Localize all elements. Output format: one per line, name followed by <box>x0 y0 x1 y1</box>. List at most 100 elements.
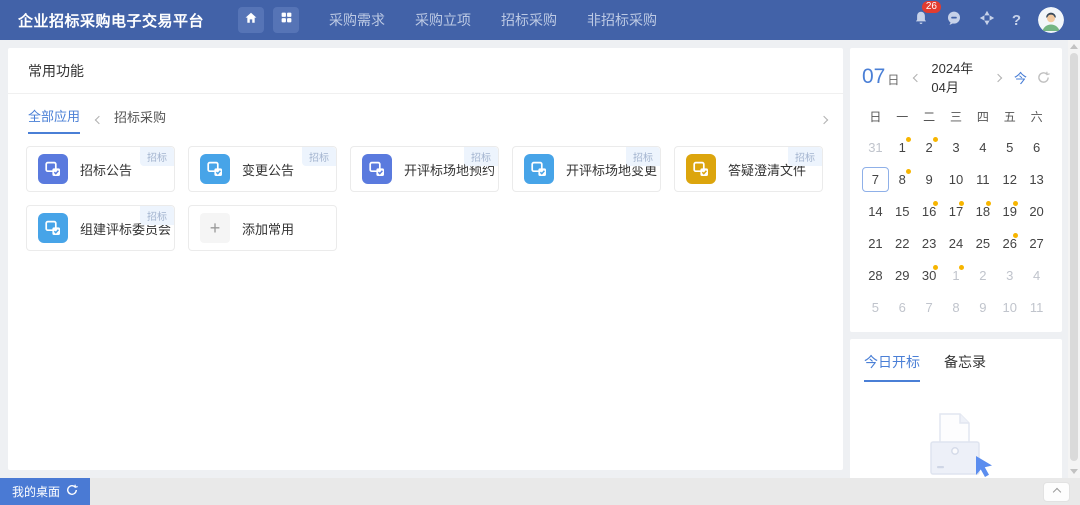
my-desktop-tab[interactable]: 我的桌面 <box>0 478 90 505</box>
calendar-day[interactable]: 5 <box>996 135 1023 160</box>
calendar-month-label[interactable]: 2024年04月 <box>931 58 984 96</box>
calendar-day[interactable]: 12 <box>996 167 1023 192</box>
function-card-0[interactable]: 招标公告招标 <box>26 146 175 192</box>
calendar-date-grid: 3112345678910111213141516171819202122232… <box>862 135 1050 320</box>
bell-icon <box>913 10 929 31</box>
calendar-day[interactable]: 10 <box>943 167 970 192</box>
help-button[interactable]: ? <box>1012 12 1021 29</box>
calendar-day[interactable]: 8 <box>943 295 970 320</box>
app-window: 企业招标采购电子交易平台 采购需求采购立项招标采购非招标采购 <box>0 0 1080 505</box>
calendar-day[interactable]: 14 <box>862 199 889 224</box>
scrollbar-up-arrow-icon[interactable] <box>1070 44 1078 49</box>
calendar-today-button[interactable]: 今 <box>1014 68 1027 87</box>
add-common-function-card[interactable]: +添加常用 <box>188 205 337 251</box>
chevron-up-icon <box>1052 487 1060 495</box>
calendar-day[interactable]: 18 <box>969 199 996 224</box>
calendar-day[interactable]: 9 <box>916 167 943 192</box>
calendar-day[interactable]: 25 <box>969 231 996 256</box>
four-arrows-icon <box>979 10 995 31</box>
calendar-day[interactable]: 15 <box>889 199 916 224</box>
calendar-day[interactable]: 21 <box>862 231 889 256</box>
menu-item-0[interactable]: 采购需求 <box>329 10 385 30</box>
apps-grid-button[interactable] <box>273 7 299 33</box>
notifications-button[interactable]: 26 <box>913 10 929 31</box>
calendar-day[interactable]: 19 <box>996 199 1023 224</box>
category-back-chevron-icon[interactable] <box>95 116 103 124</box>
calendar-day[interactable]: 3 <box>996 263 1023 288</box>
menu-item-2[interactable]: 招标采购 <box>501 10 557 30</box>
calendar-day[interactable]: 29 <box>889 263 916 288</box>
calendar-day[interactable]: 5 <box>862 295 889 320</box>
card-category-tag: 招标 <box>140 206 174 225</box>
calendar-day[interactable]: 20 <box>1023 199 1050 224</box>
panel-title: 常用功能 <box>8 48 843 94</box>
category-forward-chevron-icon[interactable] <box>820 116 828 124</box>
function-card-3[interactable]: 开评标场地变更招标 <box>512 146 661 192</box>
cockpit-switch-button[interactable] <box>979 10 995 31</box>
calendar-day[interactable]: 4 <box>1023 263 1050 288</box>
calendar-day[interactable]: 6 <box>1023 135 1050 160</box>
weekday-label: 五 <box>996 108 1023 125</box>
calendar-day[interactable]: 2 <box>969 263 996 288</box>
function-card-icon <box>38 213 68 243</box>
vertical-scrollbar[interactable] <box>1068 40 1080 478</box>
calendar-day[interactable]: 22 <box>889 231 916 256</box>
weekday-label: 日 <box>862 108 889 125</box>
menu-item-1[interactable]: 采购立项 <box>415 10 471 30</box>
home-button[interactable] <box>238 7 264 33</box>
weekday-label: 一 <box>889 108 916 125</box>
calendar-day[interactable]: 30 <box>916 263 943 288</box>
calendar-day[interactable]: 1 <box>889 135 916 160</box>
collapse-taskbar-button[interactable] <box>1043 482 1070 502</box>
scrollbar-down-arrow-icon[interactable] <box>1070 469 1078 474</box>
user-avatar[interactable] <box>1038 7 1064 33</box>
calendar-next-month-button[interactable] <box>992 65 1004 89</box>
function-card-2[interactable]: 开评标场地预约招标 <box>350 146 499 192</box>
calendar-day[interactable]: 11 <box>1023 295 1050 320</box>
calendar-prev-month-button[interactable] <box>911 65 923 89</box>
calendar-day[interactable]: 28 <box>862 263 889 288</box>
messages-button[interactable] <box>946 10 962 31</box>
calendar-day[interactable]: 6 <box>889 295 916 320</box>
bottom-taskbar: 我的桌面 <box>0 478 1080 505</box>
calendar-day[interactable]: 1 <box>943 263 970 288</box>
calendar-day[interactable]: 8 <box>889 167 916 192</box>
calendar-day[interactable]: 13 <box>1023 167 1050 192</box>
calendar-day[interactable]: 4 <box>969 135 996 160</box>
navbar-right-icons: 26 ? <box>913 7 1064 33</box>
calendar-day[interactable]: 7 <box>916 295 943 320</box>
calendar-refresh-icon[interactable] <box>1037 71 1050 84</box>
calendar-day[interactable]: 23 <box>916 231 943 256</box>
tab-category-bidding[interactable]: 招标采购 <box>114 107 166 133</box>
menu-item-3[interactable]: 非招标采购 <box>587 10 657 30</box>
calendar-day[interactable]: 26 <box>996 231 1023 256</box>
bid-tab-0[interactable]: 今日开标 <box>864 352 920 382</box>
common-functions-panel: 常用功能 全部应用 招标采购 招标公告招标 变更公告招标 开评标场地预约招标 开… <box>8 48 843 470</box>
function-card-5[interactable]: 组建评标委员会招标 <box>26 205 175 251</box>
bid-tab-1[interactable]: 备忘录 <box>944 352 986 382</box>
calendar-day[interactable]: 10 <box>996 295 1023 320</box>
calendar-day-selected[interactable]: 7 <box>862 167 889 192</box>
function-card-1[interactable]: 变更公告招标 <box>188 146 337 192</box>
calendar-day-unit: 日 <box>887 71 899 88</box>
main-menu: 采购需求 采购立项 招标采购 非招标采购 <box>329 10 657 30</box>
calendar-day[interactable]: 9 <box>969 295 996 320</box>
tab-all-apps[interactable]: 全部应用 <box>28 106 80 134</box>
my-desktop-label: 我的桌面 <box>12 483 60 500</box>
calendar-day[interactable]: 24 <box>943 231 970 256</box>
calendar-day[interactable]: 16 <box>916 199 943 224</box>
message-icon <box>946 10 962 31</box>
calendar-day[interactable]: 11 <box>969 167 996 192</box>
function-card-icon <box>362 154 392 184</box>
function-card-4[interactable]: 答疑澄清文件招标 <box>674 146 823 192</box>
calendar-day[interactable]: 17 <box>943 199 970 224</box>
calendar-day[interactable]: 31 <box>862 135 889 160</box>
scrollbar-thumb[interactable] <box>1070 53 1078 461</box>
card-category-tag: 招标 <box>302 147 336 166</box>
notification-badge: 26 <box>922 1 941 13</box>
weekday-label: 二 <box>916 108 943 125</box>
calendar-day[interactable]: 27 <box>1023 231 1050 256</box>
calendar-day[interactable]: 2 <box>916 135 943 160</box>
weekday-label: 三 <box>943 108 970 125</box>
calendar-day[interactable]: 3 <box>943 135 970 160</box>
